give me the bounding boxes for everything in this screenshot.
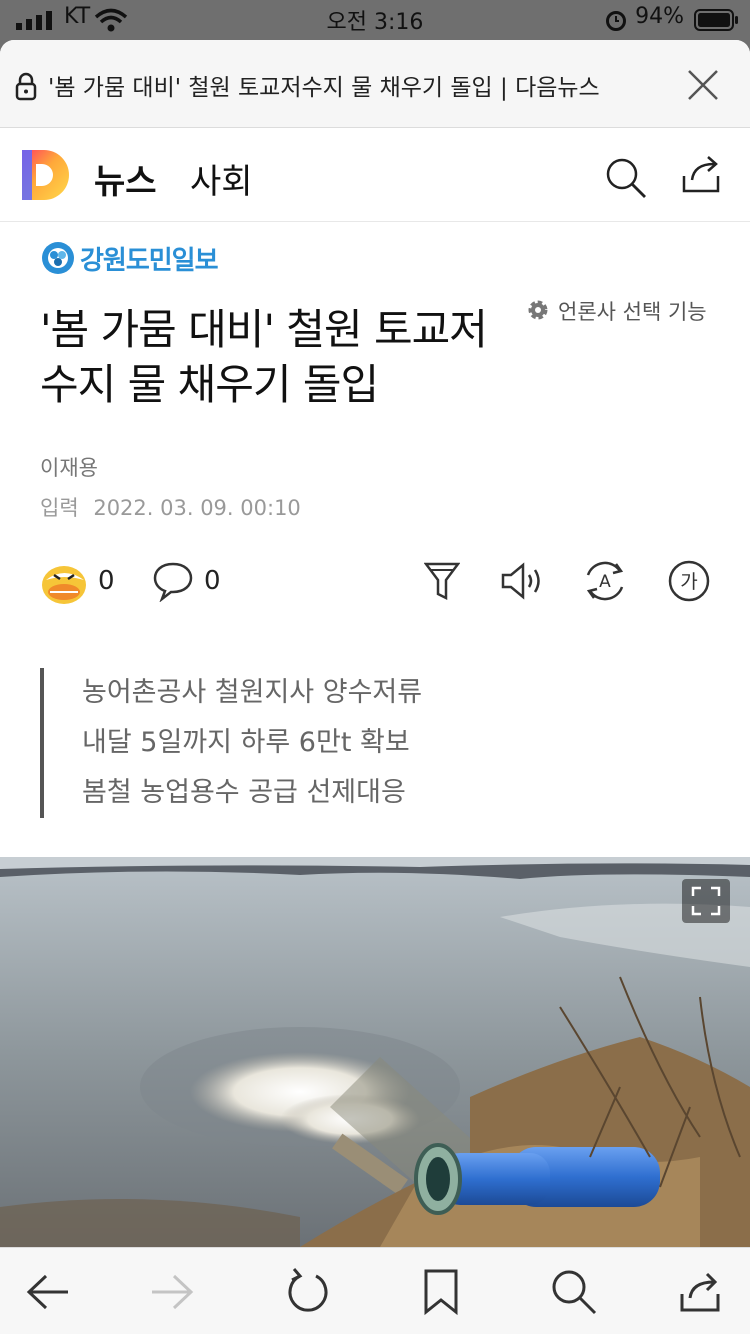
battery-icon bbox=[694, 9, 738, 31]
search-icon[interactable] bbox=[550, 1268, 598, 1316]
site-header: 뉴스 사회 bbox=[0, 128, 750, 222]
search-icon[interactable] bbox=[604, 156, 648, 200]
reservoir-image bbox=[0, 857, 750, 1247]
filter-icon[interactable] bbox=[424, 560, 460, 602]
url-bar[interactable]: '봄 가뭄 대비' 철원 토교저수지 물 채우기 돌입 | 다음뉴스 bbox=[0, 40, 750, 128]
close-icon[interactable] bbox=[686, 68, 720, 102]
font-size-icon[interactable]: 가 bbox=[668, 560, 710, 602]
date-line: 입력 2022. 03. 09. 00:10 bbox=[40, 492, 301, 522]
press-logo[interactable]: 강원도민일보 bbox=[80, 240, 219, 277]
nav-category-society[interactable]: 사회 bbox=[190, 154, 253, 203]
article-title: '봄 가뭄 대비' 철원 토교저수지 물 채우기 돌입 bbox=[40, 305, 488, 409]
author[interactable]: 이재용 bbox=[40, 452, 98, 482]
reaction-emoji-icon[interactable] bbox=[40, 560, 90, 606]
gear-icon[interactable] bbox=[526, 298, 550, 322]
share-icon[interactable] bbox=[678, 1268, 726, 1316]
browser-toolbar bbox=[0, 1247, 750, 1334]
article-photo[interactable] bbox=[0, 857, 750, 1247]
summary-line: 봄철 농업용수 공급 선제대응 bbox=[82, 777, 406, 808]
font-size-icon-label: 가 bbox=[680, 571, 697, 593]
status-bar: KT 오전 3:16 94% bbox=[0, 0, 750, 40]
comment-count: 0 bbox=[204, 566, 221, 596]
back-icon[interactable] bbox=[24, 1270, 72, 1314]
press-select-button[interactable]: 언론사 선택 기능 bbox=[558, 296, 707, 326]
bookmark-icon[interactable] bbox=[422, 1268, 462, 1316]
forward-icon[interactable] bbox=[148, 1270, 196, 1314]
battery-percent: 94% bbox=[635, 4, 684, 29]
fullscreen-button[interactable] bbox=[682, 879, 730, 923]
daum-logo[interactable] bbox=[22, 150, 70, 200]
summary-line: 내달 5일까지 하루 6만t 확보 bbox=[82, 727, 410, 758]
article-summary: 농어촌공사 철원지사 양수저류 내달 5일까지 하루 6만t 확보 봄철 농업용… bbox=[40, 668, 422, 818]
nav-news[interactable]: 뉴스 bbox=[94, 154, 157, 203]
share-icon[interactable] bbox=[680, 152, 724, 196]
browser-sheet: '봄 가뭄 대비' 철원 토교저수지 물 채우기 돌입 | 다음뉴스 뉴스 사회 bbox=[0, 40, 750, 1334]
url-title[interactable]: '봄 가뭄 대비' 철원 토교저수지 물 채우기 돌입 | 다음뉴스 bbox=[48, 68, 660, 102]
alarm-icon bbox=[606, 11, 626, 31]
date-value: 2022. 03. 09. 00:10 bbox=[93, 496, 301, 520]
reload-icon[interactable] bbox=[284, 1266, 332, 1316]
reaction-count: 0 bbox=[98, 566, 115, 596]
fullscreen-icon bbox=[691, 886, 721, 916]
comment-icon[interactable] bbox=[152, 560, 194, 602]
press-logo-icon bbox=[42, 242, 74, 274]
translate-icon[interactable]: A bbox=[582, 558, 628, 604]
summary-line: 농어촌공사 철원지사 양수저류 bbox=[82, 677, 423, 708]
date-label: 입력 bbox=[40, 496, 79, 520]
speaker-icon[interactable] bbox=[500, 560, 546, 602]
translate-icon-label: A bbox=[599, 572, 611, 592]
lock-icon bbox=[15, 72, 37, 101]
